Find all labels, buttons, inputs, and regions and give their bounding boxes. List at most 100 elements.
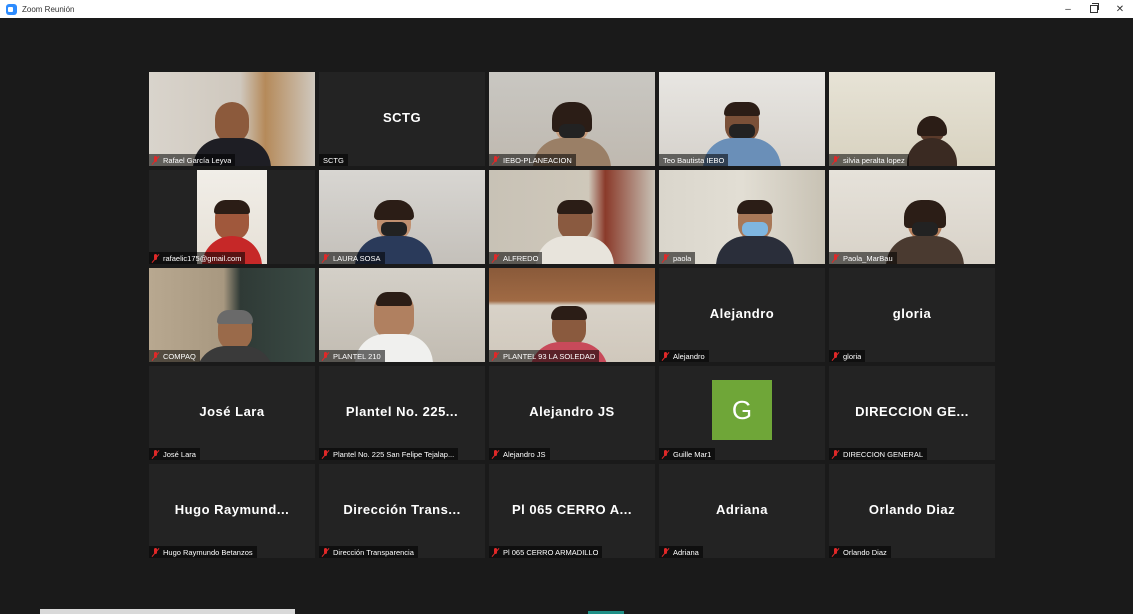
muted-mic-icon (321, 449, 330, 459)
participant-tile[interactable]: DIRECCION GE... DIRECCION GENERAL (829, 366, 995, 460)
participant-name-label: Guille Mar1 (659, 448, 716, 460)
participant-name-label: Alejandro (659, 350, 709, 362)
participant-display-name: Alejandro (709, 306, 775, 321)
participant-tile[interactable]: Rafael García Leyva (149, 72, 315, 166)
participant-name-label: Hugo Raymundo Betanzos (149, 546, 257, 558)
participant-tile[interactable]: PLANTEL 93 LA SOLEDAD (489, 268, 655, 362)
participant-name-label: SCTG (319, 154, 348, 166)
participant-name-label: ALFREDO (489, 252, 543, 264)
participant-name-label: Rafael García Leyva (149, 154, 236, 166)
participant-name-label: PLANTEL 93 LA SOLEDAD (489, 350, 600, 362)
muted-mic-icon (831, 547, 840, 557)
participant-tile[interactable]: ALFREDO (489, 170, 655, 264)
participant-display-name: DIRECCION GE... (855, 404, 969, 419)
muted-mic-icon (491, 449, 500, 459)
participant-tile[interactable]: Hugo Raymund... Hugo Raymundo Betanzos (149, 464, 315, 558)
muted-mic-icon (661, 253, 670, 263)
participant-display-name: Orlando Diaz (868, 502, 956, 517)
muted-mic-icon (321, 253, 330, 263)
participant-video (197, 170, 267, 264)
participant-avatar: G (712, 380, 772, 440)
muted-mic-icon (151, 253, 160, 263)
participant-tile[interactable]: G Guille Mar1 (659, 366, 825, 460)
participant-display-name: Plantel No. 225... (345, 404, 459, 419)
participant-tile[interactable]: SCTG SCTG (319, 72, 485, 166)
muted-mic-icon (831, 253, 840, 263)
minimize-button[interactable]: – (1055, 0, 1081, 18)
muted-mic-icon (321, 547, 330, 557)
participant-tile[interactable]: Plantel No. 225... Plantel No. 225 San F… (319, 366, 485, 460)
gallery-view: Rafael García Leyva SCTG SCTG IEBO-PLANE… (149, 72, 996, 558)
participant-name-label: Pl 065 CERRO ARMADILLO (489, 546, 603, 558)
participant-name-label: IEBO-PLANEACION (489, 154, 576, 166)
participant-video (489, 72, 655, 166)
restore-button[interactable] (1081, 0, 1107, 18)
participant-video (829, 170, 995, 264)
participant-name-label: Plantel No. 225 San Felipe Tejalap... (319, 448, 459, 460)
participant-tile[interactable]: Alejandro Alejandro (659, 268, 825, 362)
participant-tile[interactable]: IEBO-PLANEACION (489, 72, 655, 166)
participant-name-label: Alejandro JS (489, 448, 550, 460)
muted-mic-icon (661, 351, 670, 361)
participant-tile[interactable]: Dirección Trans... Dirección Transparenc… (319, 464, 485, 558)
participant-tile[interactable]: Alejandro JS Alejandro JS (489, 366, 655, 460)
zoom-app-icon (6, 3, 17, 15)
window-controls: – ✕ (1055, 0, 1133, 18)
muted-mic-icon (491, 155, 500, 165)
participant-display-name: gloria (892, 306, 932, 321)
participant-name-label: Teo Bautista IEBO (659, 154, 729, 166)
participant-tile[interactable]: paola (659, 170, 825, 264)
muted-mic-icon (151, 449, 160, 459)
participant-name-label: COMPAQ (149, 350, 200, 362)
muted-mic-icon (661, 449, 670, 459)
participant-tile[interactable]: José Lara José Lara (149, 366, 315, 460)
muted-mic-icon (491, 547, 500, 557)
participant-name-label: LAURA SOSA (319, 252, 385, 264)
participant-video (659, 170, 825, 264)
participant-name-label: Adriana (659, 546, 703, 558)
close-button[interactable]: ✕ (1107, 0, 1133, 18)
participant-tile-active-speaker[interactable]: Teo Bautista IEBO (659, 72, 825, 166)
participant-display-name: Pl 065 CERRO A... (512, 502, 632, 517)
participant-tile[interactable]: Paola_MarBau (829, 170, 995, 264)
participant-video (489, 268, 655, 362)
participant-name-label: rafaelic175@gmail.com (149, 252, 246, 264)
participant-name-label: DIRECCION GENERAL (829, 448, 928, 460)
participant-tile[interactable]: LAURA SOSA (319, 170, 485, 264)
participant-display-name: Alejandro JS (529, 404, 615, 419)
participant-tile[interactable]: rafaelic175@gmail.com (149, 170, 315, 264)
muted-mic-icon (151, 547, 160, 557)
muted-mic-icon (491, 253, 500, 263)
participant-video (149, 72, 315, 166)
participant-video (659, 72, 825, 166)
meeting-stage: Rafael García Leyva SCTG SCTG IEBO-PLANE… (0, 18, 1133, 614)
participant-tile[interactable]: gloria gloria (829, 268, 995, 362)
participant-name-label: Paola_MarBau (829, 252, 897, 264)
window-titlebar: Zoom Reunión – ✕ (0, 0, 1133, 18)
participant-display-name: Adriana (716, 502, 768, 517)
participant-name-label: paola (659, 252, 696, 264)
muted-mic-icon (831, 155, 840, 165)
muted-mic-icon (491, 351, 500, 361)
participant-name-label: Dirección Transparencia (319, 546, 418, 558)
restore-icon (1090, 3, 1099, 13)
participant-display-name: SCTG (382, 110, 422, 125)
participant-video (319, 268, 485, 362)
participant-name-label: Orlando Diaz (829, 546, 891, 558)
participant-video (489, 170, 655, 264)
participant-tile[interactable]: Orlando Diaz Orlando Diaz (829, 464, 995, 558)
window-title: Zoom Reunión (22, 4, 75, 14)
participant-video (319, 170, 485, 264)
participant-name-label: José Lara (149, 448, 200, 460)
muted-mic-icon (661, 547, 670, 557)
participant-name-label: gloria (829, 350, 866, 362)
participant-tile[interactable]: PLANTEL 210 (319, 268, 485, 362)
participant-tile[interactable]: COMPAQ (149, 268, 315, 362)
taskbar-strip (40, 609, 295, 614)
participant-video (149, 268, 315, 362)
participant-tile[interactable]: silvia peralta lopez (829, 72, 995, 166)
muted-mic-icon (321, 351, 330, 361)
participant-name-label: silvia peralta lopez (829, 154, 909, 166)
participant-tile[interactable]: Pl 065 CERRO A... Pl 065 CERRO ARMADILLO (489, 464, 655, 558)
participant-tile[interactable]: Adriana Adriana (659, 464, 825, 558)
